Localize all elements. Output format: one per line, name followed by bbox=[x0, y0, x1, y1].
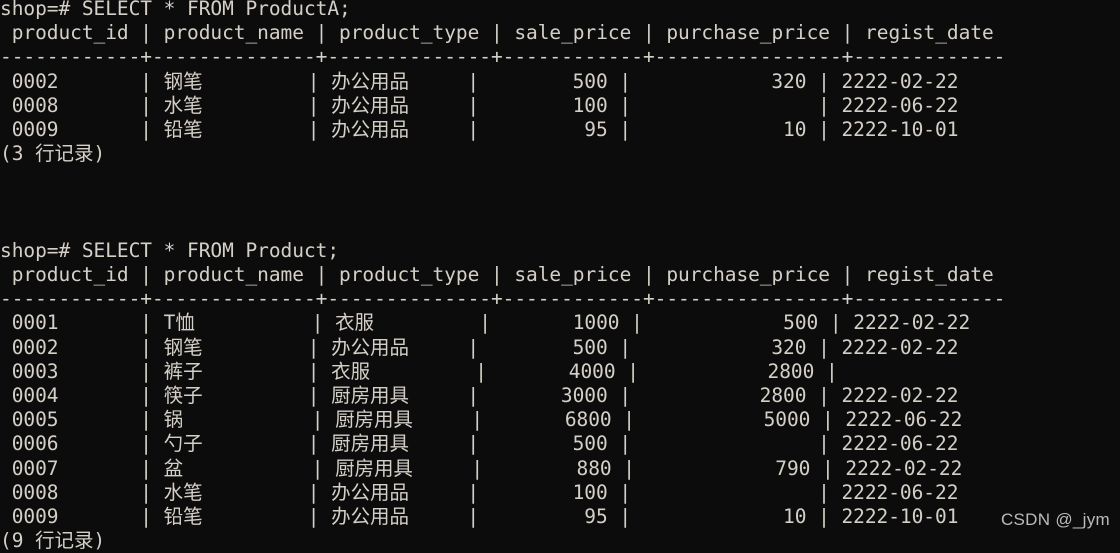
prompt-command-line: shop=# SELECT * FROM Product; bbox=[0, 239, 1120, 263]
terminal-output[interactable]: shop=# SELECT * FROM ProductA; product_i… bbox=[0, 0, 1120, 536]
table-row: 0007 | 盆 | 厨房用具 | 880 | 790 | 2222-02-22 bbox=[0, 457, 1120, 481]
blank-line bbox=[0, 215, 1120, 239]
table-row: 0002 | 钢笔 | 办公用品 | 500 | 320 | 2222-02-2… bbox=[0, 70, 1120, 94]
blank-line bbox=[0, 166, 1120, 190]
table-row: 0008 | 水笔 | 办公用品 | 100 | | 2222-06-22 bbox=[0, 481, 1120, 505]
table-row: 0009 | 铅笔 | 办公用品 | 95 | 10 | 2222-10-01 bbox=[0, 118, 1120, 142]
table-header-row: product_id | product_name | product_type… bbox=[0, 21, 1120, 45]
table-separator-row: ------------+--------------+------------… bbox=[0, 45, 1120, 69]
table-separator-row: ------------+--------------+------------… bbox=[0, 287, 1120, 311]
table-row: 0005 | 锅 | 厨房用具 | 6800 | 5000 | 2222-06-… bbox=[0, 408, 1120, 432]
table-row: 0001 | T恤 | 衣服 | 1000 | 500 | 2222-02-22 bbox=[0, 311, 1120, 335]
table-row: 0006 | 勺子 | 厨房用具 | 500 | | 2222-06-22 bbox=[0, 432, 1120, 456]
table-header-row: product_id | product_name | product_type… bbox=[0, 263, 1120, 287]
table-row: 0004 | 筷子 | 厨房用具 | 3000 | 2800 | 2222-02… bbox=[0, 384, 1120, 408]
csdn-watermark: CSDN @_jym bbox=[1001, 510, 1110, 530]
table-row: 0003 | 裤子 | 衣服 | 4000 | 2800 | bbox=[0, 360, 1120, 384]
prompt-command-line: shop=# SELECT * FROM ProductA; bbox=[0, 0, 1120, 21]
table-row: 0008 | 水笔 | 办公用品 | 100 | | 2222-06-22 bbox=[0, 94, 1120, 118]
blank-line bbox=[0, 191, 1120, 215]
row-count-label: (3 行记录) bbox=[0, 142, 1120, 166]
table-row: 0002 | 钢笔 | 办公用品 | 500 | 320 | 2222-02-2… bbox=[0, 336, 1120, 360]
row-count-label: (9 行记录) bbox=[0, 529, 1120, 553]
table-row: 0009 | 铅笔 | 办公用品 | 95 | 10 | 2222-10-01 bbox=[0, 505, 1120, 529]
